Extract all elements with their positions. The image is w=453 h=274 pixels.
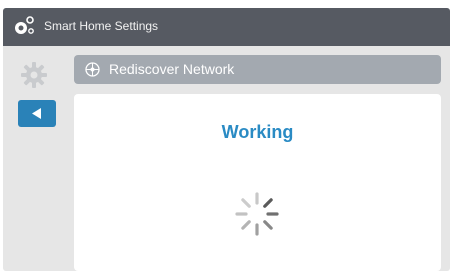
- smart-home-icon: [15, 16, 34, 34]
- network-icon: [85, 62, 100, 77]
- section-title: Rediscover Network: [109, 61, 235, 77]
- title-bar: Smart Home Settings: [3, 8, 450, 46]
- gear-icon[interactable]: [19, 60, 49, 90]
- back-button[interactable]: [18, 100, 56, 127]
- loading-spinner-icon: [235, 192, 279, 236]
- back-arrow-icon: [32, 108, 41, 119]
- app-window: Smart Home Settings Rediscover Network W…: [3, 8, 450, 271]
- content-panel: Working: [74, 94, 441, 271]
- app-title: Smart Home Settings: [44, 19, 159, 33]
- status-text: Working: [221, 122, 294, 142]
- section-header: Rediscover Network: [74, 55, 441, 84]
